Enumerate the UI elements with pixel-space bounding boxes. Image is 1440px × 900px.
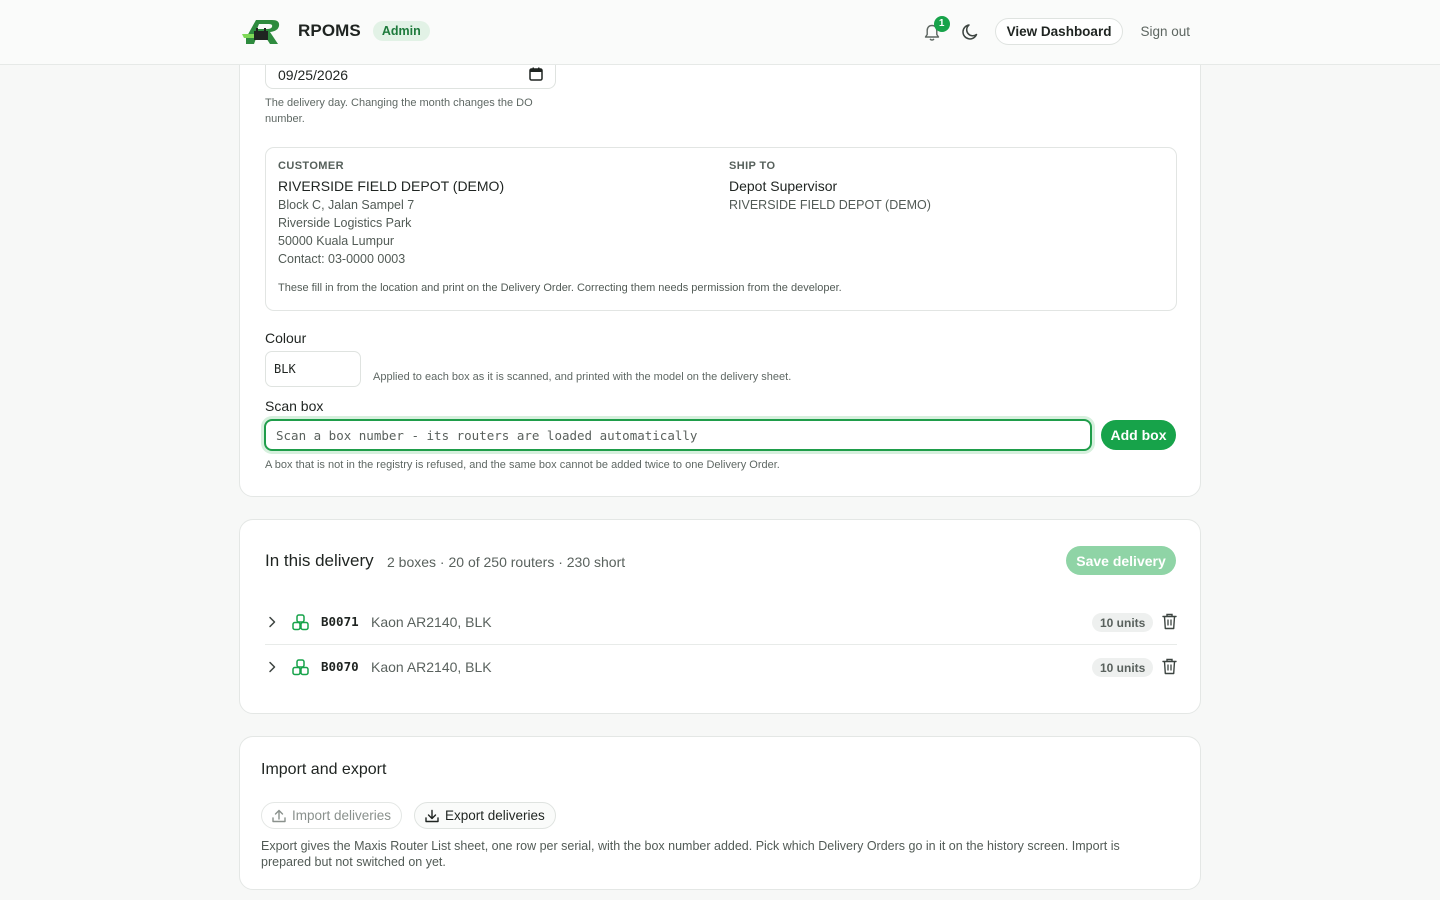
top-navigation-bar: RPOMS Admin 1 View Dashboard Sign out [0,0,1440,65]
notification-count-badge: 1 [933,15,950,32]
chevron-right-icon[interactable] [267,661,277,673]
sign-out-link[interactable]: Sign out [1140,24,1190,39]
brand[interactable]: RPOMS Admin [242,14,430,48]
customer-label: CUSTOMER [278,160,344,172]
moon-icon [961,23,977,40]
import-deliveries-button[interactable]: Import deliveries [261,802,403,829]
customer-address-line: Riverside Logistics Park [278,216,412,230]
ship-to-name: Depot Supervisor [729,178,838,194]
import-deliveries-label: Import deliveries [292,808,392,823]
delivery-form-card: 09/25/2026 The delivery day. Changing th… [239,20,1201,497]
boxes-icon [292,659,309,676]
export-deliveries-label: Export deliveries [445,808,545,823]
import-export-title: Import and export [261,761,387,778]
delivery-date-value: 09/25/2026 [278,67,349,83]
box-id: B0071 [321,614,359,629]
ship-to-line: RIVERSIDE FIELD DEPOT (DEMO) [729,198,931,212]
address-panel: CUSTOMER RIVERSIDE FIELD DEPOT (DEMO) Bl… [265,147,1177,311]
address-note: These fill in from the location and prin… [278,282,842,294]
box-row[interactable]: B0071 Kaon AR2140, BLK 10 units [265,601,1177,645]
customer-address-line: 50000 Kuala Lumpur [278,234,395,248]
trash-icon[interactable] [1162,658,1177,675]
units-badge: 10 units [1092,613,1154,632]
role-badge: Admin [372,21,430,41]
units-badge: 10 units [1092,658,1154,677]
notifications-button[interactable]: 1 [923,15,950,44]
delivery-date-hint: The delivery day. Changing the month cha… [265,97,533,125]
colour-label: Colour [265,330,307,346]
download-icon [425,809,439,822]
ship-to-label: SHIP TO [729,160,776,172]
box-row[interactable]: B0070 Kaon AR2140, BLK 10 units [265,646,1177,690]
scan-box-input[interactable]: Scan a box number - its routers are load… [264,419,1092,451]
in-delivery-title: In this delivery [265,551,374,570]
chevron-right-icon[interactable] [267,616,277,628]
export-deliveries-button[interactable]: Export deliveries [414,802,556,829]
logo-icon [242,20,280,44]
colour-hint: Applied to each box as it is scanned, an… [373,371,792,383]
app-name: RPOMS [298,21,361,40]
box-model: Kaon AR2140, BLK [371,614,492,630]
add-box-button[interactable]: Add box [1101,420,1176,450]
ship-to-block: SHIP TO Depot Supervisor RIVERSIDE FIELD… [729,160,931,214]
import-export-note: Export gives the Maxis Router List sheet… [261,839,1120,869]
scan-box-hint: A box that is not in the registry is ref… [265,459,780,471]
customer-contact: Contact: 03-0000 0003 [278,252,406,266]
customer-address-line: Block C, Jalan Sampel 7 [278,198,415,212]
boxes-icon [292,614,309,631]
colour-input[interactable]: BLK [265,351,361,387]
scan-box-label: Scan box [265,398,324,414]
customer-name: RIVERSIDE FIELD DEPOT (DEMO) [278,178,505,194]
in-delivery-card: In this delivery 2 boxes · 20 of 250 rou… [239,519,1201,714]
import-export-card: Import and export Import deliveries Expo… [239,736,1201,890]
theme-toggle-button[interactable] [961,20,983,44]
upload-icon [272,809,286,822]
header-actions: 1 View Dashboard Sign out [923,15,1190,45]
calendar-icon[interactable] [529,67,543,81]
box-model: Kaon AR2140, BLK [371,659,492,675]
in-delivery-summary: 2 boxes · 20 of 250 routers · 230 short [387,554,626,570]
trash-icon[interactable] [1162,613,1177,630]
customer-block: CUSTOMER RIVERSIDE FIELD DEPOT (DEMO) Bl… [278,160,504,268]
view-dashboard-button[interactable]: View Dashboard [994,18,1124,45]
box-id: B0070 [321,659,359,674]
save-delivery-button[interactable]: Save delivery [1066,546,1176,575]
